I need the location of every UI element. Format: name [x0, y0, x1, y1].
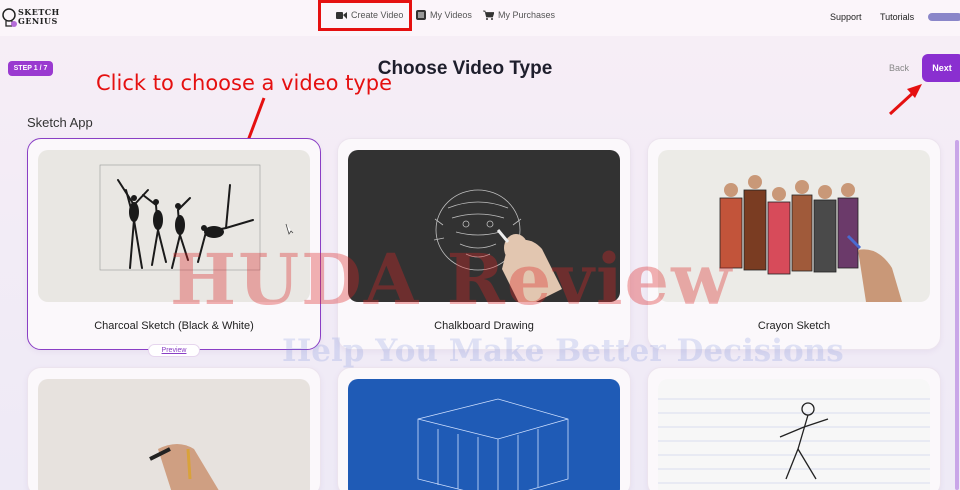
video-type-card-6[interactable] — [647, 367, 941, 490]
hand-drawing-image — [149, 444, 219, 490]
preview-link[interactable]: Preview — [148, 344, 200, 357]
blueprint-building-image — [417, 398, 569, 490]
card-label: Charcoal Sketch (Black & White) — [94, 320, 254, 332]
card-label: Chalkboard Drawing — [434, 320, 534, 332]
annotation-arrow-to-next — [888, 90, 916, 116]
card-5-thumbnail — [348, 379, 620, 490]
crayon-thumbnail — [658, 150, 930, 302]
charcoal-dancers-image — [99, 164, 294, 271]
video-type-card-5[interactable] — [337, 367, 631, 490]
scrollbar[interactable] — [955, 140, 959, 490]
charcoal-thumbnail — [38, 150, 310, 302]
video-type-card-4[interactable] — [27, 367, 321, 490]
card-label: Crayon Sketch — [757, 320, 831, 332]
notebook-sketch-image — [658, 398, 930, 484]
section-title: Sketch App — [27, 115, 93, 130]
chalkboard-thumbnail — [348, 150, 620, 302]
mouse-cursor-icon — [285, 223, 294, 235]
video-type-card-crayon[interactable]: Crayon Sketch — [647, 138, 941, 350]
card-6-thumbnail — [658, 379, 930, 490]
video-type-card-chalkboard[interactable]: Chalkboard Drawing — [337, 138, 631, 350]
video-type-card-charcoal[interactable]: Charcoal Sketch (Black & White) — [27, 138, 321, 350]
card-4-thumbnail — [38, 379, 310, 490]
crayon-people-image — [719, 175, 902, 302]
chalkboard-tiger-image — [433, 189, 562, 302]
